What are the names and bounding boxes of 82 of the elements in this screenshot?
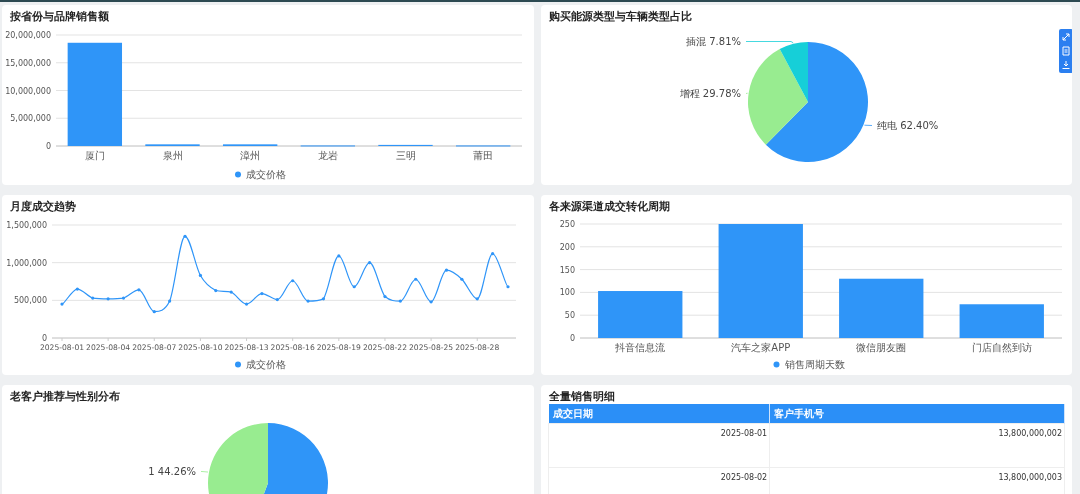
data-point: [321, 297, 326, 301]
leader-line: [745, 41, 794, 44]
data-point: [352, 285, 356, 289]
axis-label: 250: [559, 220, 575, 229]
data-point: [414, 277, 418, 281]
table-cell: 2025-08-02: [548, 467, 770, 494]
card-title: 购买能源类型与车辆类型占比: [549, 10, 692, 22]
card-title: 老客户推荐与性别分布: [10, 390, 120, 402]
axis-label: 泉州: [162, 150, 183, 161]
axis-label: 1,000,000: [6, 258, 47, 268]
axis-label: 500,000: [13, 296, 47, 306]
axis-label: 汽车之家APP: [731, 342, 791, 353]
card-title: 各来源渠道成交转化周期: [549, 200, 670, 212]
table-cell: 2025-08-01: [548, 423, 770, 468]
axis-label: 50: [564, 311, 575, 321]
card-title: 按省份与品牌销售额: [10, 10, 109, 22]
pie-label: 增程 29.78%: [679, 88, 741, 99]
leader-line: [745, 92, 749, 94]
data-point: [152, 310, 156, 314]
data-point: [91, 296, 95, 300]
data-point: [444, 268, 449, 272]
data-point: [368, 261, 372, 265]
leader-line: [200, 471, 209, 473]
axis-label: 5,000,000: [10, 114, 51, 124]
axis-label: 1,500,000: [6, 221, 47, 230]
axis-label: 200: [559, 242, 575, 252]
pie-label: 1 44.26%: [148, 466, 196, 477]
legend-label[interactable]: 销售周期天数: [784, 359, 845, 370]
data-point: [183, 234, 187, 238]
axis-label: 100: [559, 288, 575, 298]
axis-label: 20,000,000: [5, 31, 51, 40]
data-point: [383, 294, 387, 299]
legend-label[interactable]: 成交价格: [246, 169, 286, 180]
axis-label: 抖音信息流: [615, 342, 666, 353]
legend-marker: [773, 361, 780, 368]
axis-label: 0: [569, 334, 575, 343]
table-cell: 13,800,000,002: [769, 423, 1065, 468]
data-point: [214, 288, 218, 293]
axis-label: 微信朋友圈: [856, 342, 907, 353]
pie-slice: [208, 423, 268, 494]
data-point: [260, 291, 264, 296]
data-point: [229, 290, 233, 294]
axis-label: 莆田: [473, 150, 494, 161]
pie-label: 插混 7.81%: [686, 36, 741, 47]
leader-line: [864, 124, 873, 126]
axis-label: 三明: [395, 150, 416, 161]
download-icon[interactable]: [1060, 59, 1072, 71]
data-point: [75, 287, 79, 291]
data-point: [506, 285, 510, 289]
pie-label: 纯电 62.40%: [877, 120, 939, 131]
data-point: [106, 297, 110, 301]
axis-label: 漳州: [240, 150, 261, 161]
axis-label: 0: [45, 142, 51, 151]
card-title: 月度成交趋势: [10, 200, 76, 212]
data-point: [168, 299, 172, 303]
axis-label: 门店自然到访: [971, 342, 1032, 353]
data-point: [244, 302, 249, 306]
card-title: 全量销售明细: [549, 390, 615, 402]
legend-label[interactable]: 成交价格: [246, 359, 286, 370]
data-point: [137, 288, 141, 292]
legend-marker: [235, 171, 241, 178]
legend-marker: [235, 361, 241, 368]
axis-label: 15,000,000: [5, 58, 51, 68]
data-point: [60, 302, 64, 306]
data-point: [121, 296, 126, 300]
data-point: [398, 299, 402, 303]
data-point: [275, 298, 279, 302]
axis-label: 0: [41, 334, 47, 343]
data-point: [460, 277, 464, 281]
data-point: [306, 299, 310, 303]
data-point: [198, 273, 202, 278]
data-point: [429, 300, 433, 304]
document-icon[interactable]: [1060, 45, 1072, 57]
data-point: [475, 297, 479, 301]
axis-label: 10,000,000: [5, 86, 51, 96]
axis-label: 150: [559, 265, 575, 275]
data-point: [337, 254, 341, 258]
data-point: [291, 279, 295, 283]
expand-icon[interactable]: [1060, 31, 1072, 43]
axis-label: 厦门: [84, 150, 105, 161]
data-point: [491, 252, 495, 256]
axis-label: 龙岩: [317, 150, 338, 161]
